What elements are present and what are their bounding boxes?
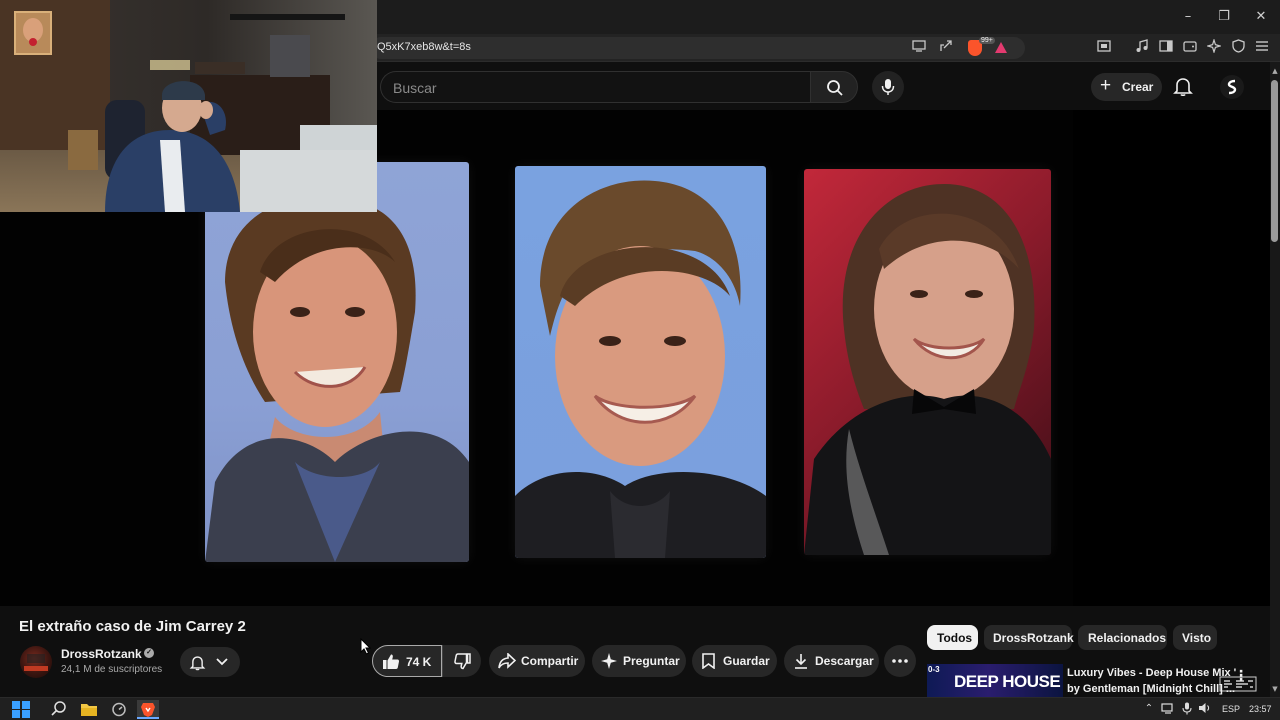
more-horizontal-icon [892, 659, 908, 663]
app-icon[interactable] [108, 700, 130, 719]
network-icon[interactable] [1161, 702, 1175, 716]
notifications-button[interactable] [1172, 75, 1198, 101]
chip-related[interactable]: Relacionados [1078, 625, 1167, 650]
ask-label: Preguntar [623, 654, 680, 668]
minimize-button[interactable]: – [1178, 8, 1198, 26]
channel-avatar[interactable] [20, 646, 52, 678]
chip-label: Visto [1182, 631, 1212, 645]
chip-label: DrossRotzank [993, 631, 1074, 645]
jim-carrey-photo-recent [804, 169, 1051, 555]
jim-carrey-photo-young [205, 162, 469, 562]
brave-rewards-icon[interactable] [995, 42, 1007, 53]
share-page-icon[interactable] [937, 39, 955, 57]
chevron-down-icon [216, 658, 228, 666]
recommendation-thumbnail[interactable]: 0-3 DEEP HOUSE [927, 664, 1063, 700]
webcam-overlay [0, 0, 377, 212]
volume-icon[interactable] [1198, 702, 1212, 716]
system-clock[interactable]: 23:57 [1249, 704, 1272, 714]
scrollbar-thumb[interactable] [1271, 80, 1278, 242]
share-arrow-icon [498, 653, 516, 669]
download-label: Descargar [815, 654, 874, 668]
like-dislike-group: 74 K [372, 645, 481, 677]
subscriber-count: 24,1 M de suscriptores [61, 664, 163, 675]
scroll-up-icon[interactable]: ▲ [1270, 66, 1280, 76]
shields-count-badge: 99+ [979, 37, 995, 44]
share-label: Compartir [521, 654, 579, 668]
chip-label: Todos [937, 631, 973, 645]
thumbs-down-icon [454, 653, 471, 670]
keyboard-language[interactable]: ESP [1222, 704, 1240, 714]
mouse-cursor-icon [360, 638, 371, 655]
search-input[interactable] [393, 79, 793, 97]
windows-start-icon[interactable] [10, 700, 32, 719]
chip-todos[interactable]: Todos [927, 625, 978, 650]
right-column-empty [1073, 110, 1270, 606]
taskbar-search-icon[interactable] [48, 700, 70, 719]
account-logo-icon [1227, 79, 1237, 95]
scroll-down-icon[interactable]: ▼ [1270, 684, 1280, 694]
wallet-icon[interactable] [1181, 39, 1199, 57]
ask-button[interactable]: Preguntar [592, 645, 686, 677]
cast-icon[interactable] [910, 39, 928, 57]
microphone-tray-icon[interactable] [1180, 702, 1194, 716]
file-explorer-icon[interactable] [78, 700, 100, 719]
thumbs-up-icon [383, 654, 400, 669]
account-avatar[interactable] [1220, 75, 1244, 99]
verified-check-icon: ✓ [144, 648, 154, 658]
video-title: El extraño caso de Jim Carrey 2 [19, 618, 246, 635]
channel-name[interactable]: DrossRotzank [61, 647, 142, 661]
voice-search-button[interactable] [872, 71, 904, 103]
menu-icon[interactable] [1253, 39, 1271, 57]
recommendation-title[interactable]: Luxury Vibes - Deep House Mix ' [1067, 667, 1236, 679]
download-button[interactable]: Descargar [784, 645, 879, 677]
close-button[interactable]: ✕ [1251, 8, 1271, 26]
like-button[interactable]: 74 K [372, 645, 442, 677]
vpn-shield-icon[interactable] [1229, 39, 1247, 57]
plus-icon: + [1100, 75, 1112, 96]
chip-watched[interactable]: Visto [1173, 625, 1217, 650]
sidebar-toggle-icon[interactable] [1157, 39, 1175, 57]
leo-ai-icon[interactable] [1205, 37, 1223, 57]
search-icon [827, 80, 843, 96]
like-count: 74 K [406, 655, 432, 669]
media-music-icon[interactable] [1133, 39, 1151, 57]
brave-browser-taskbar-icon[interactable] [137, 700, 159, 719]
sparkle-icon [601, 653, 617, 669]
download-icon [795, 654, 807, 669]
dislike-button[interactable] [442, 645, 481, 677]
bell-icon [1173, 78, 1193, 96]
more-actions-button[interactable] [884, 645, 916, 677]
save-button[interactable]: Guardar [692, 645, 777, 677]
url-text: Q5xK7xeb8w&t=8s [377, 41, 471, 53]
chip-channel[interactable]: DrossRotzank [984, 625, 1074, 650]
reader-mode-icon[interactable] [1095, 39, 1113, 57]
thumbnail-text: DEEP HOUSE [954, 672, 1061, 691]
subscription-notifications-button[interactable] [180, 647, 240, 677]
thumbnail-badge: 0-3 [928, 665, 940, 674]
share-button[interactable]: Compartir [489, 645, 585, 677]
maximize-button[interactable]: ❐ [1214, 8, 1234, 26]
save-label: Guardar [723, 654, 770, 668]
jim-carrey-photo-middle [515, 166, 766, 558]
screen: – ❐ ✕ Q5xK7xeb8w&t=8s 99+ Buscar + Crear… [0, 0, 1280, 720]
search-box[interactable] [380, 71, 810, 103]
windows-taskbar: ⌃ ESP 23:57 [0, 697, 1280, 720]
recommendation-channel[interactable]: by Gentleman [Midnight Chill] ... [1067, 683, 1235, 695]
chip-label: Relacionados [1088, 631, 1167, 645]
create-button[interactable]: + Crear [1091, 73, 1162, 101]
bookmark-icon [702, 653, 715, 669]
microphone-icon [881, 79, 895, 95]
show-hidden-icons-chevron-icon[interactable]: ⌃ [1142, 702, 1156, 716]
search-button[interactable] [810, 71, 858, 103]
bell-icon [189, 656, 206, 671]
create-label: Crear [1122, 80, 1154, 94]
recommendation-menu-icon[interactable]: ⋮ [1234, 666, 1248, 686]
